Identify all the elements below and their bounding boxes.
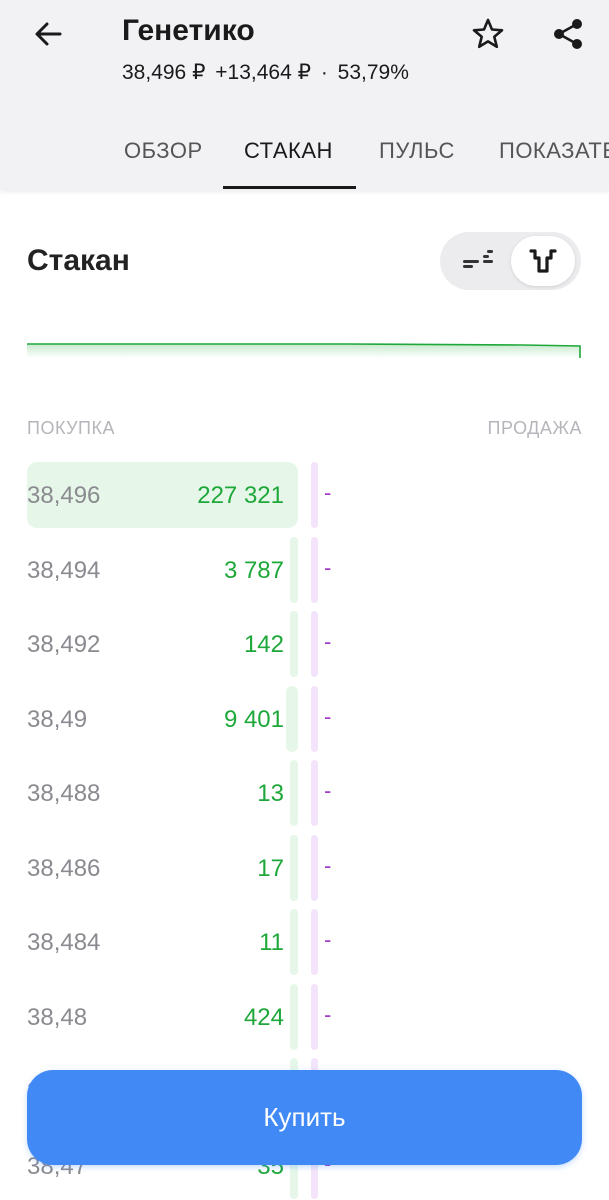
depth-chart: [27, 343, 581, 358]
sell-column-label: ПРОДАЖА: [487, 418, 582, 438]
price-change-absolute: +13,464 ₽: [215, 61, 311, 84]
section-title: Стакан: [27, 244, 130, 277]
tab-indicators[interactable]: ПОКАЗАТЕЛИ: [499, 138, 609, 164]
order-book-row[interactable]: 38,49 9 401 -: [0, 684, 609, 754]
buy-button[interactable]: Купить: [27, 1070, 582, 1165]
bid-depth-bar: [289, 760, 298, 826]
share-icon: [554, 19, 582, 49]
order-book-row[interactable]: 38,496 227 321 -: [0, 460, 609, 530]
spread-divider: [311, 834, 318, 901]
bid-depth-bar: [289, 834, 298, 901]
order-book-row[interactable]: 38,484 11 -: [0, 907, 609, 977]
spread-divider: [311, 685, 318, 752]
bid-volume: 424: [243, 1003, 284, 1031]
bid-volume: 17: [257, 854, 284, 882]
arrow-left-icon: [35, 22, 62, 46]
view-mode-toggle: [440, 232, 581, 290]
favorite-button[interactable]: [466, 12, 510, 56]
bid-depth-bar: [289, 909, 298, 975]
depth-chart-icon: [529, 249, 557, 273]
ask-volume: -: [324, 629, 332, 654]
spread-divider: [311, 611, 318, 677]
bid-price: 38,48: [27, 1003, 88, 1031]
top-app-bar: Генетико 38,496 ₽ +13,464 ₽ · 53,79% ОБЗ…: [0, 0, 609, 190]
back-button[interactable]: [26, 12, 70, 56]
tab-order-book[interactable]: СТАКАН: [244, 138, 333, 164]
spread-divider: [311, 760, 318, 826]
bid-price: 38,486: [27, 854, 101, 882]
share-button[interactable]: [546, 12, 590, 56]
spread-divider: [311, 909, 318, 975]
ask-volume: -: [324, 480, 332, 505]
bid-price: 38,488: [27, 780, 101, 807]
buy-column-label: ПОКУПКА: [27, 418, 115, 438]
tab-overview[interactable]: ОБЗОР: [124, 138, 203, 164]
order-book-row[interactable]: 38,48 424 -: [0, 982, 609, 1052]
price-change-percent: 53,79%: [337, 61, 409, 84]
price-summary: 38,496 ₽ +13,464 ₽ · 53,79%: [122, 60, 413, 85]
order-book-row[interactable]: 38,488 13 -: [0, 758, 609, 828]
depth-chart-fill: [27, 344, 580, 358]
bid-price: 38,492: [27, 631, 101, 658]
spread-divider: [311, 536, 318, 603]
bid-depth-bar: [289, 611, 298, 677]
bid-price: 38,49: [27, 705, 88, 733]
current-price: 38,496 ₽: [122, 61, 206, 84]
spread-divider: [311, 462, 318, 528]
order-book-row[interactable]: 38,494 3 787 -: [0, 535, 609, 605]
ask-volume: -: [324, 703, 332, 729]
tab-pulse[interactable]: ПУЛЬС: [379, 138, 455, 164]
ask-volume: -: [324, 778, 332, 803]
star-icon: [472, 18, 504, 49]
bid-price: 38,494: [27, 556, 101, 584]
bid-volume: 3 787: [223, 556, 284, 584]
order-list-icon: [463, 250, 493, 268]
depth-mode-button[interactable]: [511, 236, 575, 286]
spread-divider: [311, 983, 318, 1050]
bid-volume: 142: [243, 631, 284, 658]
order-book-row[interactable]: 38,492 142 -: [0, 609, 609, 679]
instrument-title: Генетико: [122, 14, 255, 47]
tab-bar: ОБЗОР СТАКАН ПУЛЬС ПОКАЗАТЕЛИ: [0, 120, 609, 190]
bid-depth-bar: [285, 685, 298, 752]
bid-depth-bar: [289, 536, 298, 603]
order-book-row[interactable]: 38,486 17 -: [0, 833, 609, 903]
ask-volume: -: [324, 554, 332, 580]
ask-volume: -: [324, 852, 332, 878]
price-change-separator: ·: [320, 61, 328, 84]
active-tab-indicator: [223, 186, 356, 189]
bid-volume: 9 401: [223, 705, 284, 733]
ask-volume: -: [324, 1001, 332, 1027]
bid-price: 38,496: [27, 482, 101, 509]
ask-volume: -: [324, 927, 332, 952]
bid-price: 38,484: [27, 929, 101, 956]
bid-depth-bar: [289, 983, 298, 1050]
bid-volume: 13: [257, 780, 284, 807]
bid-volume: 227 321: [197, 482, 284, 509]
list-mode-button[interactable]: [446, 236, 510, 286]
bid-volume: 11: [259, 929, 284, 956]
